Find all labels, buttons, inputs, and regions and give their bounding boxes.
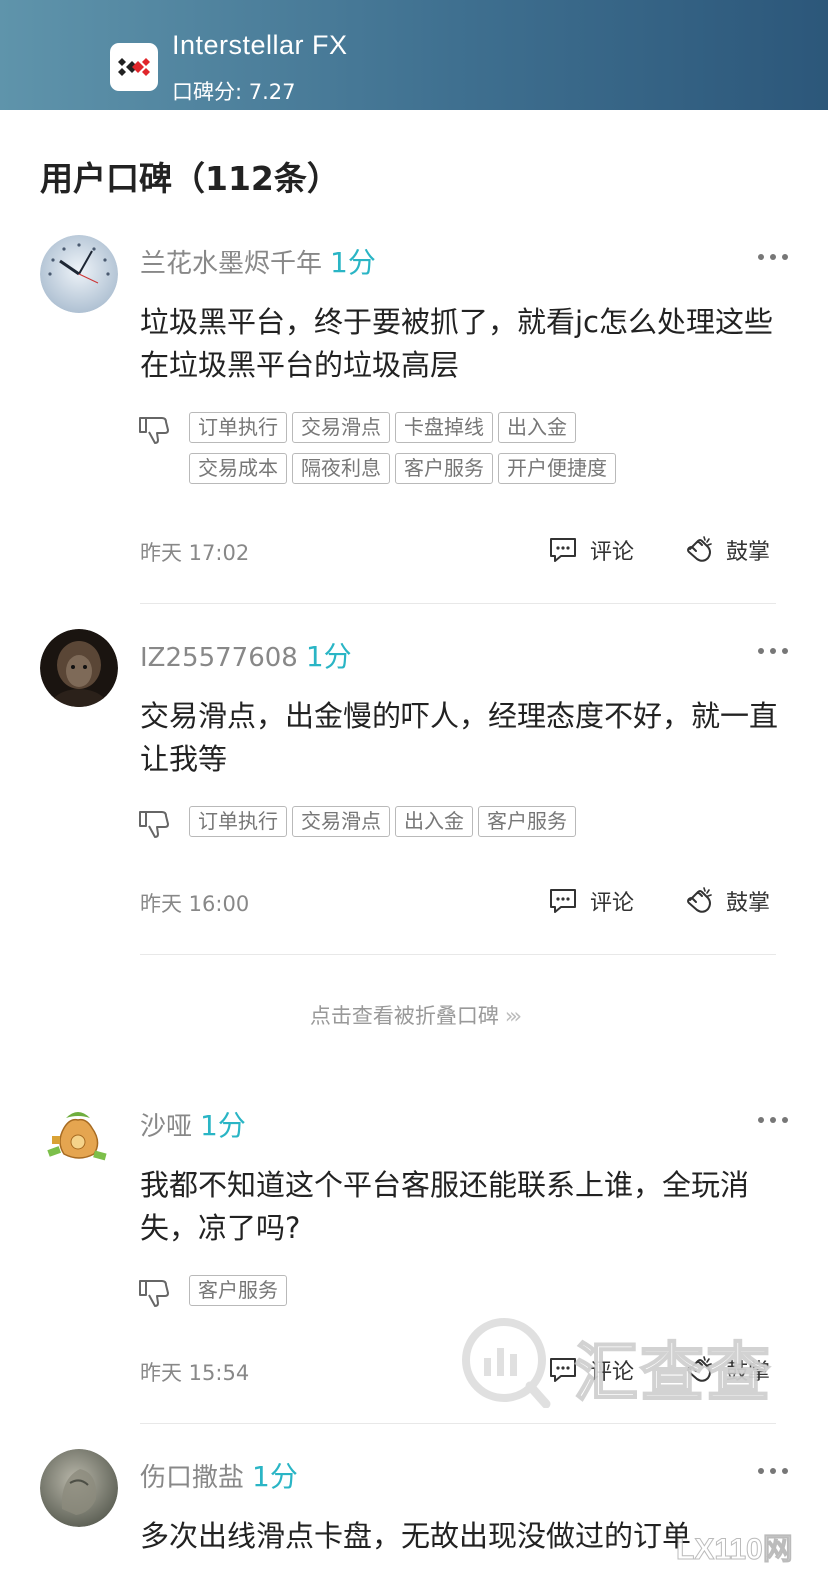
avatar[interactable] — [40, 629, 118, 707]
tag: 交易滑点 — [292, 806, 390, 837]
tag: 交易成本 — [189, 453, 287, 484]
money-bag-avatar-icon — [40, 1098, 118, 1176]
review-content: 垃圾黑平台，终于要被抓了，就看jc怎么处理这些在垃圾黑平台的垃圾高层 — [140, 305, 774, 382]
review-score: 1分 — [200, 1109, 246, 1142]
clap-button[interactable]: 鼓掌 — [684, 885, 770, 917]
tag: 客户服务 — [189, 1275, 287, 1306]
folded-label: 点击查看被折叠口碑 — [309, 1004, 499, 1028]
username-text: 沙哑 — [140, 1112, 193, 1142]
tag: 出入金 — [395, 806, 473, 837]
review-time: 昨天 17:02 — [140, 541, 250, 565]
section-title: 用户口碑（112条） — [40, 159, 340, 198]
tag-list: 订单执行 交易滑点 出入金 客户服务 — [189, 806, 689, 847]
tag: 卡盘掉线 — [395, 412, 493, 443]
avatar[interactable] — [40, 235, 118, 313]
broker-header: Interstellar FX 口碑分: 7.27 — [0, 0, 828, 110]
divider — [140, 603, 776, 604]
divider — [140, 954, 776, 955]
clap-button[interactable]: 鼓掌 — [684, 534, 770, 566]
username[interactable]: 沙哑 1分 — [140, 1104, 246, 1144]
clap-label: 鼓掌 — [726, 540, 771, 565]
stone-avatar-icon — [40, 1449, 118, 1527]
username[interactable]: 伤口撒盐 1分 — [140, 1455, 298, 1495]
comment-button[interactable]: 评论 — [548, 534, 634, 566]
broker-name: Interstellar FX — [172, 30, 348, 60]
portrait-avatar-icon — [40, 629, 118, 707]
more-options-icon[interactable] — [758, 245, 794, 260]
review-time: 昨天 15:54 — [140, 1361, 250, 1385]
tag: 开户便捷度 — [498, 453, 616, 484]
watermark-text: 汇查查 — [573, 1336, 772, 1412]
tag: 隔夜利息 — [292, 453, 390, 484]
clap-label: 鼓掌 — [726, 891, 771, 916]
username[interactable]: 兰花水墨烬千年 1分 — [140, 241, 376, 281]
more-options-icon[interactable] — [758, 639, 794, 654]
comment-label: 评论 — [590, 540, 635, 565]
review-score: 1分 — [330, 246, 376, 279]
thumbs-down-icon — [138, 1278, 170, 1308]
view-folded-reviews-link[interactable]: 点击查看被折叠口碑 ››› — [0, 1000, 828, 1030]
avatar[interactable] — [40, 1449, 118, 1527]
comment-icon — [550, 538, 576, 562]
divider — [140, 1423, 776, 1424]
corner-watermark: LX110网 — [676, 1533, 794, 1567]
clap-icon — [687, 887, 712, 913]
tag: 出入金 — [498, 412, 576, 443]
clap-icon — [687, 536, 712, 562]
username-text: 兰花水墨烬千年 — [140, 249, 323, 279]
tag-list: 客户服务 — [189, 1275, 689, 1316]
tag: 订单执行 — [189, 806, 287, 837]
broker-logo — [110, 43, 158, 91]
review-time: 昨天 16:00 — [140, 892, 250, 916]
clock-avatar-icon — [40, 235, 118, 313]
tag-list: 订单执行 交易滑点 卡盘掉线 出入金交易成本 隔夜利息 客户服务 开户便捷度 — [189, 412, 689, 494]
review-score: 1分 — [252, 1460, 298, 1493]
broker-score: 口碑分: 7.27 — [172, 80, 296, 104]
comment-icon — [550, 889, 576, 913]
username-text: 伤口撒盐 — [140, 1463, 245, 1493]
thumbs-down-icon — [138, 809, 170, 839]
tag: 客户服务 — [395, 453, 493, 484]
review-score: 1分 — [305, 640, 352, 673]
username[interactable]: IZ25577608 1分 — [140, 635, 352, 675]
more-options-icon[interactable] — [758, 1108, 794, 1123]
review-content: 我都不知道这个平台客服还能联系上谁，全玩消失，凉了吗? — [140, 1168, 750, 1245]
avatar[interactable] — [40, 1098, 118, 1176]
tag: 交易滑点 — [292, 412, 390, 443]
thumbs-down-icon — [138, 415, 170, 445]
tag: 客户服务 — [478, 806, 576, 837]
review-content: 交易滑点，出金慢的吓人，经理态度不好，就一直让我等 — [140, 699, 779, 776]
more-options-icon[interactable] — [758, 1459, 794, 1474]
comment-button[interactable]: 评论 — [548, 885, 634, 917]
tag: 订单执行 — [189, 412, 287, 443]
comment-label: 评论 — [590, 891, 635, 916]
double-chevron-right-icon: ››› — [504, 1004, 522, 1028]
username-text: IZ25577608 — [140, 643, 298, 673]
